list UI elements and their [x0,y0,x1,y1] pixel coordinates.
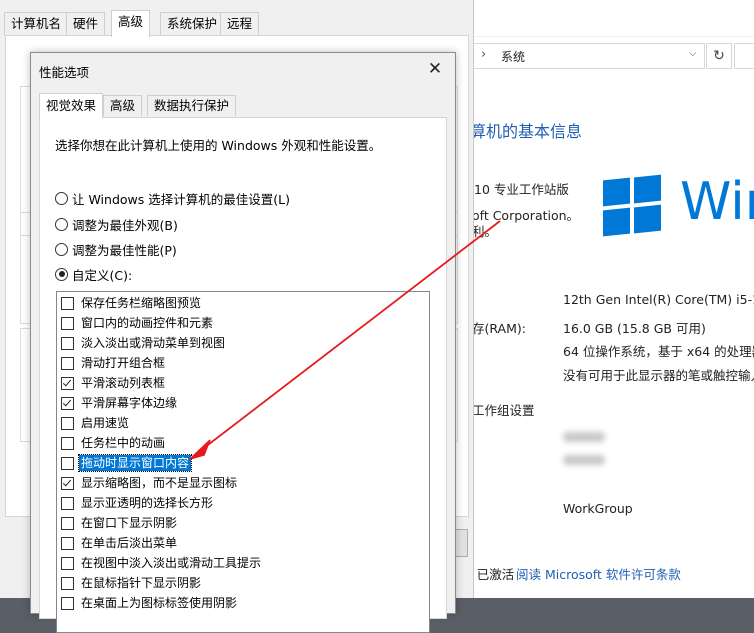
refresh-button[interactable]: ↻ [706,43,732,69]
checkbox[interactable] [61,496,74,510]
checkbox[interactable] [61,416,74,430]
checkbox[interactable] [61,516,74,530]
list-item-label: 启用速览 [81,416,130,430]
refresh-icon: ↻ [713,48,725,64]
page-heading: 算机的基本信息 [470,122,583,141]
radio-label: 自定义(C): [72,267,133,283]
radio-button[interactable] [55,191,68,205]
list-item-label: 拖动时显示窗口内容 [77,454,193,472]
breadcrumb-system[interactable]: 系统 [501,48,525,65]
tab-system-protection[interactable]: 系统保护 [160,12,225,35]
radio-label: 调整为最佳外观(B) [72,217,178,233]
list-item[interactable]: 平滑屏幕字体边缘 [61,394,179,412]
radio-button[interactable] [55,267,68,281]
list-item[interactable]: 保存任务栏缩略图预览 [61,294,203,312]
list-item-label: 显示亚透明的选择长方形 [81,496,214,510]
checkbox[interactable] [61,316,74,330]
list-item[interactable]: 在视图中淡入淡出或滑动工具提示 [61,554,263,572]
blurred-computer-name [563,432,605,442]
list-item-label: 保存任务栏缩略图预览 [81,296,202,310]
list-item-label: 任务栏中的动画 [81,436,166,450]
list-item-label: 平滑屏幕字体边缘 [81,396,178,410]
list-item[interactable]: 在单击后淡出菜单 [61,534,179,552]
checkbox[interactable] [61,396,74,410]
tab-advanced[interactable]: 高级 [111,10,151,37]
windows-logo-icon [603,174,661,237]
performance-options-dialog: 性能选项 ✕ 视觉效果 高级 数据执行保护 选择你想在此计算机上使用的 Wind… [30,52,456,633]
system-window: › 系统 ⌵ ↻ 算机的基本信息 10 专业工作站版 oft Corporati… [456,0,754,598]
list-item-label: 在窗口下显示阴影 [81,516,178,530]
tab-visual-effects[interactable]: 视觉效果 [39,93,104,118]
rights-text: 利。 [472,224,498,239]
list-item-label: 平滑滚动列表框 [81,376,166,390]
list-item-label: 滑动打开组合框 [81,356,166,370]
checkbox[interactable] [61,436,74,450]
ram-label: 存(RAM): [472,321,526,336]
list-item[interactable]: 窗口内的动画控件和元素 [61,314,215,332]
list-item-label: 显示缩略图，而不是显示图标 [81,476,238,490]
chevron-right-icon: › [481,47,487,62]
pen-touch-value: 没有可用于此显示器的笔或触控输入 [563,368,754,383]
radio-custom[interactable]: 自定义(C): [55,265,132,283]
radio-let-windows-choose[interactable]: 让 Windows 选择计算机的最佳设置(L) [55,189,290,207]
radio-label: 让 Windows 选择计算机的最佳设置(L) [72,191,290,207]
list-item[interactable]: 在鼠标指针下显示阴影 [61,574,203,592]
list-item[interactable]: 任务栏中的动画 [61,434,167,452]
checkbox[interactable] [61,476,74,490]
address-bar[interactable]: › 系统 ⌵ [470,43,705,69]
checkbox[interactable] [61,456,74,470]
close-icon[interactable]: ✕ [423,57,447,81]
list-item[interactable]: 显示亚透明的选择长方形 [61,494,215,512]
checkbox[interactable] [61,556,74,570]
workgroup-heading: 工作组设置 [472,403,535,418]
ram-value: 16.0 GB (15.8 GB 可用) [563,321,706,336]
chevron-down-icon[interactable]: ⌵ [689,48,697,59]
checkbox[interactable] [61,536,74,550]
list-item-label: 淡入淡出或滑动菜单到视图 [81,336,226,350]
workgroup-value: WorkGroup [563,501,633,516]
list-item[interactable]: 滑动打开组合框 [61,354,167,372]
tab-computer-name[interactable]: 计算机名 [4,12,69,35]
license-terms-link[interactable]: 阅读 Microsoft 软件许可条款 [516,564,681,583]
windows-logo-text: Wir [680,172,754,232]
checkbox[interactable] [61,356,74,370]
visual-effects-list[interactable]: 保存任务栏缩略图预览 窗口内的动画控件和元素 淡入淡出或滑动菜单到视图 滑动打开组合框… [56,291,430,633]
processor-value: 12th Gen Intel(R) Core(TM) i5-124 [563,292,754,307]
radio-label: 调整为最佳性能(P) [72,242,177,258]
list-item[interactable]: 在窗口下显示阴影 [61,514,179,532]
checkbox[interactable] [61,576,74,590]
system-window-titlebar [470,0,754,37]
visual-effects-page: 选择你想在此计算机上使用的 Windows 外观和性能设置。 让 Windows… [39,117,447,633]
tab-dep[interactable]: 数据执行保护 [147,95,237,116]
intro-text: 选择你想在此计算机上使用的 Windows 外观和性能设置。 [55,138,382,153]
radio-button[interactable] [55,217,68,231]
windows-edition: 10 专业工作站版 [474,182,569,197]
list-item[interactable]: 启用速览 [61,414,131,432]
dialog-title: 性能选项 [39,65,90,80]
system-type-value: 64 位操作系统，基于 x64 的处理器 [563,344,754,359]
tab-advanced[interactable]: 高级 [103,95,143,116]
checkbox[interactable] [61,376,74,390]
list-item[interactable]: 淡入淡出或滑动菜单到视图 [61,334,227,352]
list-item-label: 在视图中淡入淡出或滑动工具提示 [81,556,262,570]
radio-best-performance[interactable]: 调整为最佳性能(P) [55,240,177,258]
radio-button[interactable] [55,242,68,256]
search-input[interactable] [734,43,754,69]
tab-hardware[interactable]: 硬件 [66,12,106,35]
radio-best-appearance[interactable]: 调整为最佳外观(B) [55,215,178,233]
list-item-label: 在鼠标指针下显示阴影 [81,576,202,590]
list-item[interactable]: 在桌面上为图标标签使用阴影 [61,594,239,612]
checkbox[interactable] [61,296,74,310]
list-item[interactable]: 拖动时显示窗口内容 [61,454,193,472]
checkbox[interactable] [61,336,74,350]
list-item-label: 窗口内的动画控件和元素 [81,316,214,330]
checkbox[interactable] [61,596,74,610]
tab-remote[interactable]: 远程 [220,12,260,35]
list-item[interactable]: 平滑滚动列表框 [61,374,167,392]
blurred-full-name [563,455,605,465]
list-item-label: 在桌面上为图标标签使用阴影 [81,596,238,610]
list-item-label: 在单击后淡出菜单 [81,536,178,550]
list-item[interactable]: 显示缩略图，而不是显示图标 [61,474,239,492]
